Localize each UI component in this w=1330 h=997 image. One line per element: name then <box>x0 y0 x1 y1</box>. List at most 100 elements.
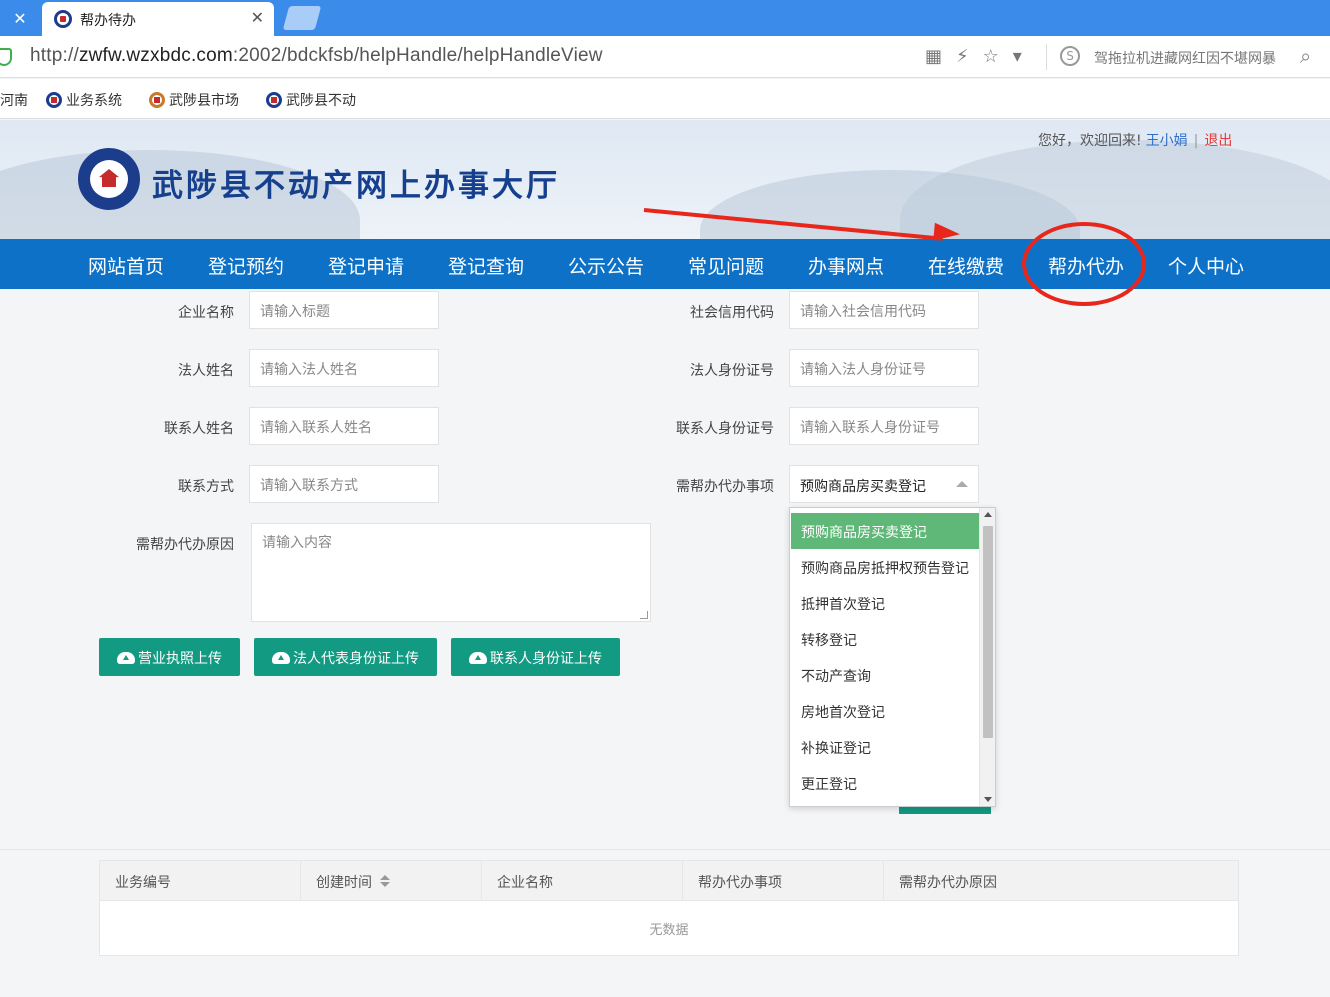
column-business-number: 业务编号 <box>100 861 301 901</box>
contact-id-label: 联系人身份证号 <box>676 421 774 437</box>
site-logo-icon <box>266 92 282 108</box>
column-matter: 帮办代办事项 <box>683 861 884 901</box>
legal-id-label: 法人身份证号 <box>690 363 774 379</box>
house-icon <box>99 169 119 187</box>
url-host: zwfw.wzxbdc.com <box>78 45 233 66</box>
dropdown-option[interactable]: 抵押首次登记 <box>791 585 979 621</box>
dropdown-option[interactable]: 转移登记 <box>791 621 979 657</box>
bookmark-label: 武陟县不动 <box>286 93 356 109</box>
upload-contact-id-button[interactable]: 联系人身份证上传 <box>451 638 620 676</box>
reason-placeholder: 请输入内容 <box>262 535 332 551</box>
legal-name-label: 法人姓名 <box>178 363 234 379</box>
contact-id-input[interactable]: 请输入联系人身份证号 <box>789 407 979 445</box>
annotation-circle <box>1022 222 1146 306</box>
dropdown-option[interactable]: 预购商品房抵押权预告登记 <box>791 549 979 585</box>
bookmark-label: 武陟县市场 <box>169 93 239 109</box>
search-engine-icon[interactable]: S <box>1060 46 1080 66</box>
column-label: 帮办代办事项 <box>698 875 782 891</box>
dropdown-option[interactable]: 不动产查询 <box>791 657 979 693</box>
scroll-up-icon[interactable] <box>984 512 992 517</box>
url-path: :2002/bdckfsb/helpHandle/helpHandleView <box>232 45 603 66</box>
legal-id-input[interactable]: 请输入法人身份证号 <box>789 349 979 387</box>
contact-phone-label: 联系方式 <box>178 479 234 495</box>
new-tab-button[interactable] <box>282 6 322 30</box>
bookmark-item[interactable]: 河南 <box>0 90 28 110</box>
bookmark-label: 河南 <box>0 93 28 109</box>
matter-dropdown-list: 预购商品房买卖登记 预购商品房抵押权预告登记 抵押首次登记 转移登记 不动产查询… <box>789 507 996 807</box>
logo-inner <box>90 160 128 198</box>
browser-tab[interactable]: 帮办待办 ✕ <box>42 2 274 36</box>
qr-code-icon[interactable]: ▦ <box>925 46 956 67</box>
browser-tab-bar: ✕ 帮办待办 ✕ <box>0 0 1330 36</box>
real-estate-logo <box>78 148 140 210</box>
tab-title: 帮办待办 <box>80 13 136 29</box>
nav-appointment[interactable]: 登记预约 <box>208 252 284 279</box>
logout-link[interactable]: 退出 <box>1204 133 1232 149</box>
dropdown-option[interactable]: 预购商品房买卖登记 <box>791 513 979 549</box>
legal-name-input[interactable]: 请输入法人姓名 <box>249 349 439 387</box>
column-company-name: 企业名称 <box>482 861 683 901</box>
nav-faq[interactable]: 常见问题 <box>688 252 764 279</box>
close-icon[interactable]: ✕ <box>8 8 32 30</box>
matter-select-value: 预购商品房买卖登记 <box>800 479 926 495</box>
url-input[interactable]: http://zwfw.wzxbdc.com:2002/bdckfsb/help… <box>30 45 603 67</box>
search-icon[interactable]: ⌕ <box>1300 44 1311 68</box>
company-name-label: 企业名称 <box>178 305 234 321</box>
lightning-icon[interactable]: ⚡ <box>956 46 983 67</box>
site-logo-icon <box>46 92 62 108</box>
nav-online-payment[interactable]: 在线缴费 <box>928 252 1004 279</box>
tab-close-icon[interactable]: ✕ <box>251 8 264 27</box>
upload-label: 营业执照上传 <box>138 651 222 667</box>
dropdown-option[interactable]: 更正登记 <box>791 765 979 801</box>
chevron-down-icon[interactable]: ▾ <box>1013 46 1036 67</box>
column-label: 业务编号 <box>115 875 171 891</box>
column-reason: 需帮办代办原因 <box>884 861 1238 901</box>
nav-service-points[interactable]: 办事网点 <box>808 252 884 279</box>
dropdown-option[interactable]: 房地首次登记 <box>791 693 979 729</box>
cloud-upload-icon <box>272 652 290 664</box>
user-name-link[interactable]: 王小娟 <box>1146 133 1188 149</box>
credit-code-label: 社会信用代码 <box>690 305 774 321</box>
address-bar: http://zwfw.wzxbdc.com:2002/bdckfsb/help… <box>0 36 1330 78</box>
matter-label: 需帮办代办事项 <box>676 479 774 495</box>
bookmark-item[interactable]: 业务系统 <box>46 90 122 110</box>
dropdown-option[interactable]: 补换证登记 <box>791 729 979 765</box>
sort-icon[interactable] <box>380 874 390 888</box>
upload-business-license-button[interactable]: 营业执照上传 <box>99 638 240 676</box>
dropdown-scrollbar[interactable] <box>979 508 995 806</box>
separator: | <box>1193 133 1199 149</box>
contact-phone-input[interactable]: 请输入联系方式 <box>249 465 439 503</box>
scroll-down-icon[interactable] <box>984 797 992 802</box>
search-input[interactable]: 驾拖拉机进藏网红因不堪网暴 <box>1094 48 1294 68</box>
bookmarks-bar: 河南 业务系统 武陟县市场 武陟县不动 <box>0 79 1330 119</box>
section-divider <box>0 849 1330 850</box>
nav-home[interactable]: 网站首页 <box>88 252 164 279</box>
site-header: 武陟县不动产网上办事大厅 您好，欢迎回来! 王小娟 | 退出 <box>0 120 1330 240</box>
company-name-input[interactable]: 请输入标题 <box>249 291 439 329</box>
chevron-up-icon <box>956 481 968 487</box>
scrollbar-thumb[interactable] <box>983 526 993 738</box>
upload-legal-id-button[interactable]: 法人代表身份证上传 <box>254 638 437 676</box>
submit-button[interactable] <box>899 806 991 814</box>
address-tools: ▦⚡☆▾ <box>925 46 1036 67</box>
matter-select[interactable]: 预购商品房买卖登记 <box>789 465 979 503</box>
contact-name-input[interactable]: 请输入联系人姓名 <box>249 407 439 445</box>
nav-query[interactable]: 登记查询 <box>448 252 524 279</box>
background-mountain <box>900 140 1330 240</box>
credit-code-input[interactable]: 请输入社会信用代码 <box>789 291 979 329</box>
bookmark-item[interactable]: 武陟县市场 <box>149 90 239 110</box>
site-favicon-icon <box>54 10 72 28</box>
column-created-time[interactable]: 创建时间 <box>301 861 482 901</box>
star-icon[interactable]: ☆ <box>983 46 1013 67</box>
upload-label: 法人代表身份证上传 <box>293 651 419 667</box>
nav-application[interactable]: 登记申请 <box>328 252 404 279</box>
bookmark-item[interactable]: 武陟县不动 <box>266 90 356 110</box>
resize-grip-icon[interactable] <box>640 611 648 619</box>
annotation-arrow-head <box>933 222 961 244</box>
nav-announcements[interactable]: 公示公告 <box>568 252 644 279</box>
bookmark-label: 业务系统 <box>66 93 122 109</box>
nav-personal-center[interactable]: 个人中心 <box>1168 252 1244 279</box>
cloud-upload-icon <box>117 652 135 664</box>
divider <box>1046 44 1047 70</box>
reason-textarea[interactable]: 请输入内容 <box>251 523 651 622</box>
